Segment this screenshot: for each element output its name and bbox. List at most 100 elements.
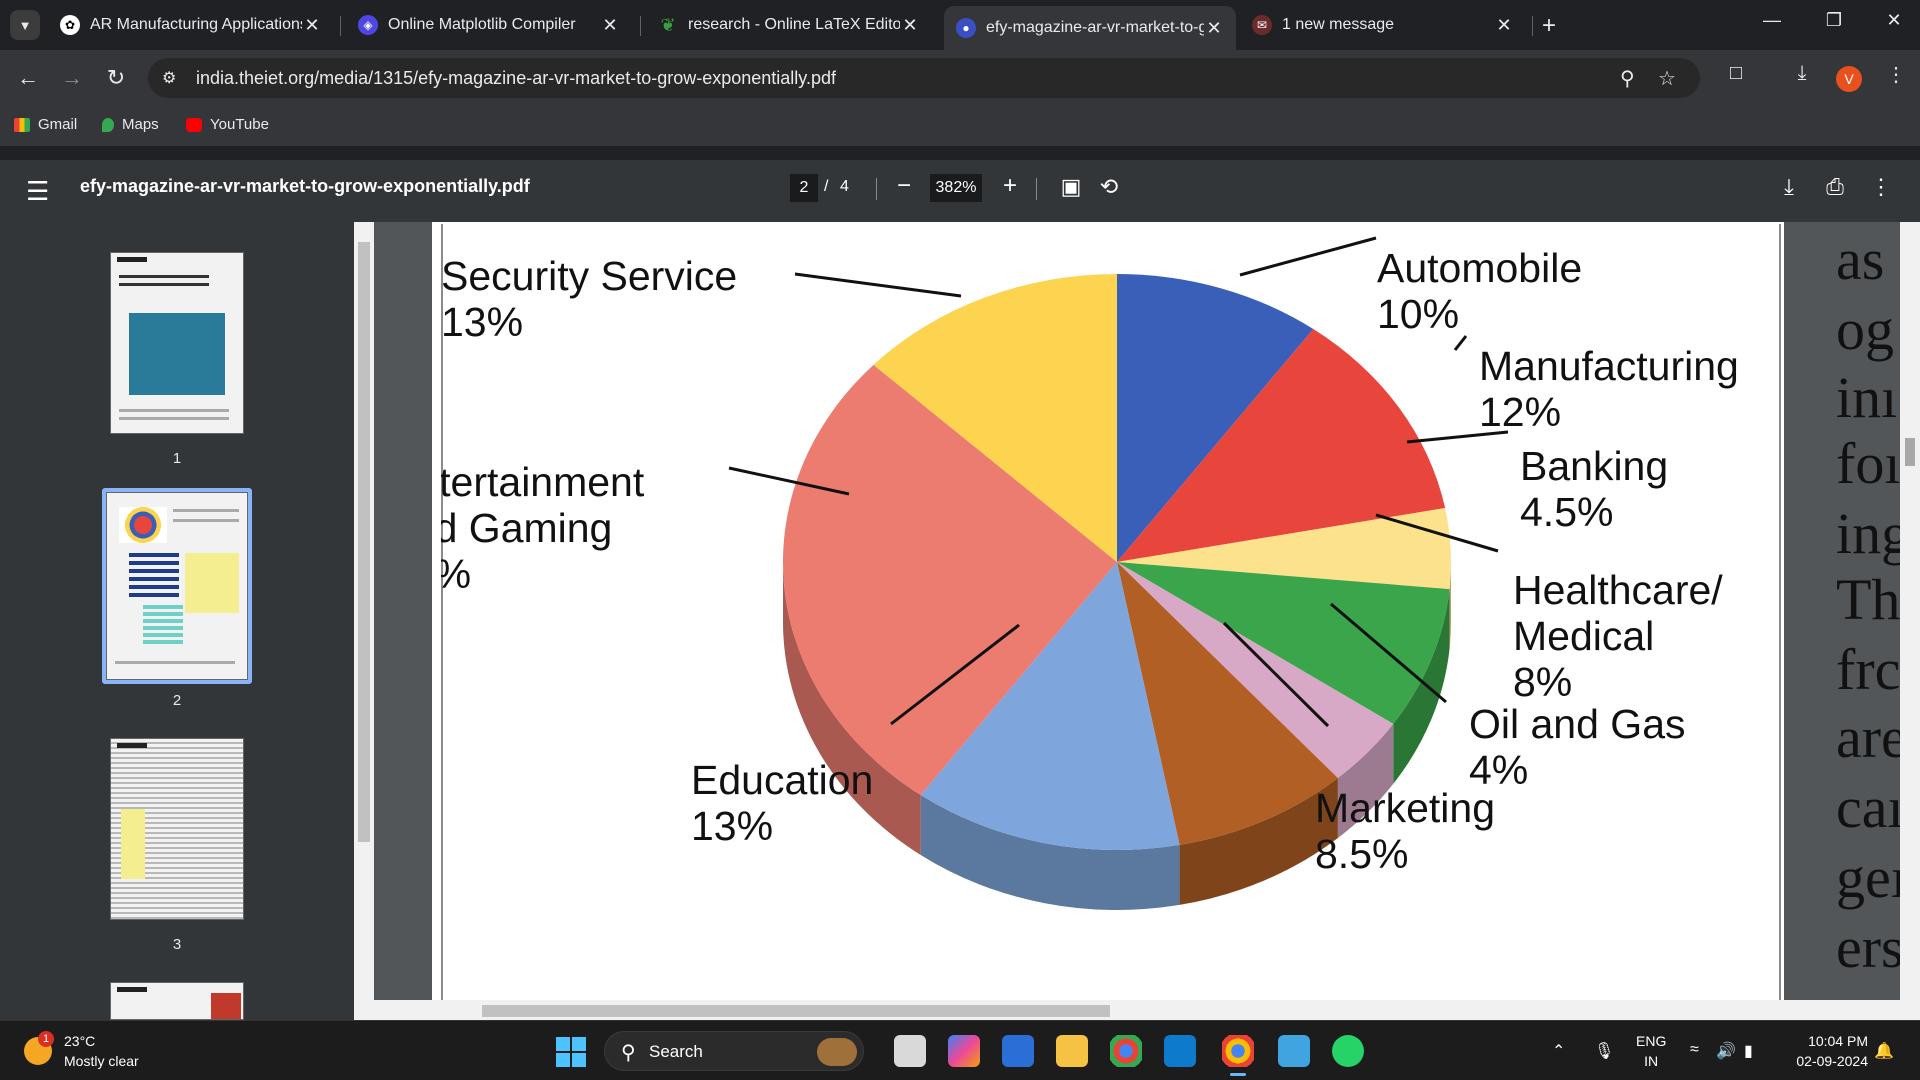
pie-label-category: Automobile	[1377, 245, 1582, 291]
whatsapp-icon[interactable]	[1332, 1035, 1364, 1067]
pie-label-value: 10%	[1377, 291, 1459, 337]
page-total: 4	[840, 178, 849, 195]
wifi-icon[interactable]: ≈	[1690, 1041, 1699, 1059]
print-icon[interactable]: ⎙	[1820, 174, 1850, 200]
vscode-icon[interactable]	[1164, 1035, 1196, 1067]
profile-avatar[interactable]: V	[1836, 66, 1862, 92]
zoom-in-button[interactable]: +	[996, 172, 1024, 200]
zoom-icon[interactable]: ⚲	[1620, 66, 1635, 91]
calendar-icon[interactable]	[1002, 1035, 1034, 1067]
close-tab-icon[interactable]: ✕	[900, 15, 920, 36]
close-tab-icon[interactable]: ✕	[600, 15, 620, 36]
zoom-level-input[interactable]: 382%	[930, 174, 982, 202]
pie-label-manufacturing: Manufacturing 12%	[1479, 343, 1739, 435]
sidebar-menu-icon[interactable]: ☰	[26, 176, 49, 207]
bookmark-youtube[interactable]: YouTube	[186, 116, 269, 133]
tab-new-message[interactable]: ✉ 1 new message ✕	[1240, 8, 1526, 42]
pdf-download-icon[interactable]: ⤓	[1774, 174, 1804, 200]
system-clock[interactable]: 10:04 PM 02-09-2024	[1784, 1031, 1868, 1071]
pdf-toolbar: ☰ efy-magazine-ar-vr-market-to-grow-expo…	[0, 160, 1920, 222]
page-text-line: caı	[1836, 775, 1904, 840]
sidebar-scrollbar[interactable]	[354, 222, 374, 1020]
page-separator: /	[824, 178, 829, 195]
thumb-image	[211, 993, 241, 1019]
page-thumbnail-3[interactable]	[110, 738, 244, 920]
pie-label-value: 13%	[691, 803, 773, 849]
chrome-icon[interactable]	[1110, 1035, 1142, 1067]
page-text-line: Th	[1836, 567, 1901, 632]
tab-matplotlib-compiler[interactable]: ◈ Online Matplotlib Compiler ✕	[346, 8, 632, 42]
pdf-more-icon[interactable]: ⋮	[1866, 174, 1896, 200]
pie-label-category: Marketing	[1315, 785, 1495, 831]
page-text-line: og	[1836, 297, 1894, 362]
close-tab-icon[interactable]: ✕	[1204, 18, 1224, 39]
back-button[interactable]: ←	[12, 62, 44, 94]
zoom-out-button[interactable]: −	[890, 172, 918, 200]
viewer-horizontal-scrollbar[interactable]	[374, 1000, 1900, 1020]
windows-start-icon[interactable]	[556, 1037, 586, 1067]
minimize-button[interactable]: —	[1752, 10, 1792, 31]
close-tab-icon[interactable]: ✕	[1494, 15, 1514, 36]
thumbnail-label-2: 2	[172, 692, 182, 709]
new-tab-button[interactable]: +	[1542, 12, 1556, 40]
thumb-line	[115, 661, 235, 664]
thumb-line	[119, 283, 209, 286]
notification-bell-icon[interactable]: 🔔	[1874, 1041, 1894, 1061]
bookmark-star-icon[interactable]: ☆	[1658, 66, 1676, 91]
toolbar-gap	[0, 146, 1920, 160]
tray-overflow-icon[interactable]: ⌃	[1552, 1041, 1565, 1061]
fit-page-icon[interactable]: ▣	[1056, 174, 1086, 200]
bookmark-gmail[interactable]: Gmail	[14, 116, 77, 133]
microphone-icon[interactable]: 🎙	[1594, 1041, 1614, 1061]
bookmark-maps[interactable]: Maps	[102, 116, 159, 133]
restore-button[interactable]: ❐	[1814, 10, 1854, 31]
tab-divider	[640, 16, 641, 36]
scrollbar-thumb[interactable]	[358, 242, 370, 842]
page-thumbnail-2[interactable]	[106, 492, 248, 680]
page-thumbnail-1[interactable]	[110, 252, 244, 434]
rotate-icon[interactable]: ⟲	[1094, 174, 1124, 200]
page-thumbnail-4[interactable]	[110, 982, 244, 1020]
tab-search-button[interactable]: ▼	[10, 10, 40, 40]
thumb-header	[117, 257, 147, 262]
browser-menu-icon[interactable]: ⋮	[1880, 62, 1912, 87]
pie-label-marketing: Marketing 8.5%	[1315, 785, 1495, 877]
search-highlight-icon	[817, 1038, 857, 1066]
chrome-active-icon[interactable]	[1222, 1035, 1254, 1076]
thumb-line	[173, 509, 239, 512]
copilot-icon[interactable]	[948, 1035, 980, 1067]
taskbar-search[interactable]: ⚲ Search	[604, 1031, 864, 1071]
pdf-icon: ●	[956, 18, 976, 38]
site-info-icon[interactable]: ⚙	[162, 68, 176, 88]
leader-line-security-service	[794, 272, 962, 298]
tab-efy-pdf[interactable]: ● efy-magazine-ar-vr-market-to-g ✕	[944, 6, 1236, 50]
task-view-icon[interactable]	[894, 1035, 926, 1067]
language-indicator[interactable]: ENG IN	[1636, 1031, 1666, 1071]
close-tab-icon[interactable]: ✕	[302, 15, 322, 36]
download-icon[interactable]: ⤓	[1786, 62, 1818, 85]
page-text-line: ers	[1836, 915, 1904, 980]
photos-icon[interactable]	[1278, 1035, 1310, 1067]
tab-title: AR Manufacturing Applications	[90, 16, 302, 33]
pie-label-education: Education 13%	[691, 757, 873, 849]
scrollbar-thumb[interactable]	[482, 1005, 1110, 1017]
page-number-input[interactable]: 2	[790, 174, 818, 202]
pie-label-security-service: Security Service 13%	[441, 253, 737, 345]
pie-label-value: 12%	[1479, 389, 1561, 435]
volume-icon[interactable]: 🔊	[1716, 1041, 1736, 1061]
thumb-pie	[119, 507, 167, 543]
tab-ar-manufacturing[interactable]: ✿ AR Manufacturing Applications ✕	[48, 8, 334, 42]
extensions-icon[interactable]: □	[1720, 62, 1752, 85]
close-window-button[interactable]: ✕	[1874, 10, 1914, 31]
file-explorer-icon[interactable]	[1056, 1035, 1088, 1067]
viewer-vertical-scrollbar[interactable]	[1900, 222, 1920, 1020]
thumb-line	[119, 275, 209, 278]
url-text[interactable]: india.theiet.org/media/1315/efy-magazine…	[196, 68, 836, 89]
address-bar[interactable]: ⚙ india.theiet.org/media/1315/efy-magazi…	[148, 58, 1700, 98]
battery-icon[interactable]: ▮	[1744, 1041, 1753, 1061]
reload-button[interactable]: ↻	[100, 62, 132, 94]
tab-overleaf[interactable]: ❦ research - Online LaTeX Editor C ✕	[646, 8, 932, 42]
scrollbar-thumb[interactable]	[1905, 438, 1915, 466]
forward-button[interactable]: →	[56, 62, 88, 94]
pie-label-category: and Gaming	[441, 505, 612, 551]
